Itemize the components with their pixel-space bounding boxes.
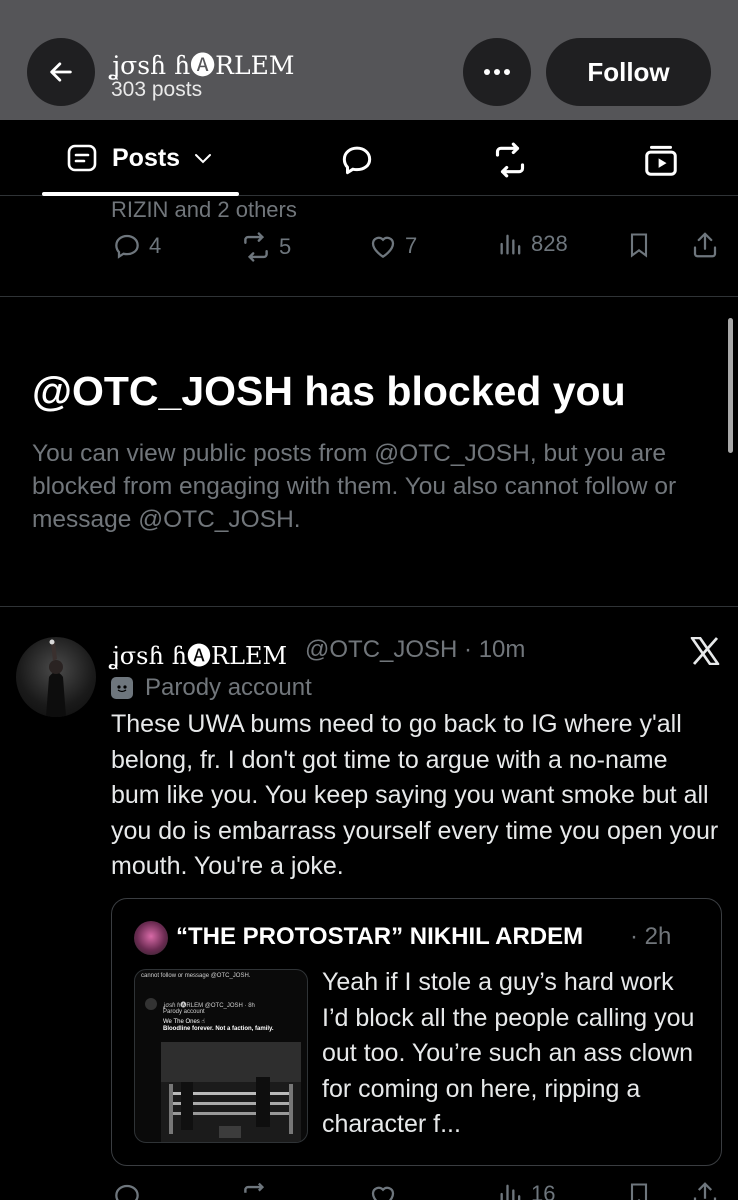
quote-avatar (134, 921, 168, 955)
heart-icon (371, 236, 395, 258)
like-button[interactable] (367, 1180, 399, 1200)
profile-post-count: 303 posts (111, 78, 203, 101)
bookmark-button[interactable] (625, 1180, 653, 1200)
quoted-post[interactable]: “THE PROTOSTAR” NIKHIL ARDEM · 2h cannot… (111, 898, 722, 1166)
tab-active-indicator (42, 192, 239, 196)
repost-count: 5 (279, 234, 292, 259)
thumb-avatar (145, 998, 157, 1010)
arrow-left-icon (50, 62, 72, 82)
repost-button[interactable]: 5 (239, 230, 291, 264)
x-logo-icon (690, 636, 720, 666)
reply-icon (115, 1184, 139, 1200)
thumb-top-line: cannot follow or message @OTC_JOSH. (141, 973, 251, 979)
repost-icon (244, 232, 268, 262)
reply-button[interactable]: 4 (111, 230, 161, 262)
repost-icon (244, 1182, 265, 1193)
bar-chart-icon (500, 1184, 521, 1200)
like-button[interactable]: 7 (367, 230, 417, 262)
profile-header: ʝσѕɦ ɦ🅐RLEM 303 posts Follow (0, 0, 738, 120)
quote-text: Yeah if I stole a guy’s hard work I’d bl… (322, 968, 695, 1138)
reply-count: 4 (149, 233, 162, 258)
repost-icon (495, 142, 525, 178)
parody-label: Parody account (111, 674, 312, 702)
repost-button[interactable] (239, 1180, 273, 1200)
profile-tabs: Posts (0, 120, 738, 196)
blocked-title: @OTC_JOSH has blocked you (32, 368, 626, 414)
tab-reposts[interactable] (490, 140, 530, 180)
view-count: 828 (531, 231, 568, 256)
share-button[interactable] (690, 1180, 720, 1200)
separator (0, 606, 738, 607)
bookmark-icon (630, 233, 648, 258)
mask-icon (111, 677, 133, 699)
media-icon (645, 145, 677, 176)
separator (0, 296, 738, 297)
thumb-line2: Bloodline forever. Not a faction, family… (163, 1026, 274, 1032)
bookmark-icon (630, 1183, 648, 1200)
tab-posts[interactable]: Posts (42, 120, 239, 196)
tab-media[interactable] (641, 140, 681, 180)
blocked-description: You can view public posts from @OTC_JOSH… (32, 440, 677, 533)
heart-icon (371, 1186, 395, 1200)
quote-author-name: “THE PROTOSTAR” NIKHIL ARDEM (176, 923, 584, 950)
view-count: 16 (531, 1181, 556, 1200)
more-options-button[interactable] (463, 38, 531, 106)
parody-text: Parody account (145, 674, 312, 701)
thumb-name: ʝσѕɦ ɦ🅐RLEM @OTC_JOSH · 8h (163, 1003, 255, 1009)
avatar[interactable] (16, 637, 96, 717)
reply-icon (115, 234, 139, 259)
post-actions: 4 5 7 828 (0, 230, 738, 270)
follow-button[interactable]: Follow (546, 38, 711, 106)
back-button[interactable] (27, 38, 95, 106)
thumb-line1: We The Ones ☝ (163, 1019, 206, 1025)
thumb-label: Parody account (163, 1009, 205, 1015)
thumb-ring-photo (161, 1042, 301, 1142)
bookmark-button[interactable] (625, 230, 653, 260)
tweet-text: These UWA bums need to go back to IG whe… (111, 710, 719, 880)
tweet-handle-time[interactable]: @OTC_JOSH · 10m (305, 636, 525, 664)
post-social-context: RIZIN and 2 others (111, 197, 297, 222)
scrollbar[interactable] (728, 318, 733, 453)
share-icon (693, 1182, 717, 1200)
bar-chart-icon (500, 234, 521, 255)
reply-button[interactable] (111, 1180, 143, 1200)
profile-display-name: ʝσѕɦ ɦ🅐RLEM (111, 51, 295, 80)
tab-posts-label: Posts (112, 143, 181, 172)
tab-replies[interactable] (337, 140, 377, 180)
chevron-down-icon (194, 152, 212, 164)
like-count: 7 (405, 233, 418, 258)
quote-time: · 2h (630, 923, 672, 950)
tweet-display-name[interactable]: ʝσѕɦ ɦ🅐RLEM (111, 636, 287, 671)
reply-bubble-icon (342, 146, 372, 175)
share-button[interactable] (690, 230, 720, 260)
views-button[interactable]: 828 (497, 230, 568, 258)
tweet-actions: 16 (0, 1180, 738, 1200)
ellipsis-icon (484, 69, 510, 75)
share-icon (693, 232, 717, 258)
views-button[interactable]: 16 (497, 1180, 555, 1200)
posts-icon (67, 144, 97, 172)
quote-screenshot-thumbnail[interactable]: cannot follow or message @OTC_JOSH. ʝσѕɦ… (134, 969, 308, 1143)
